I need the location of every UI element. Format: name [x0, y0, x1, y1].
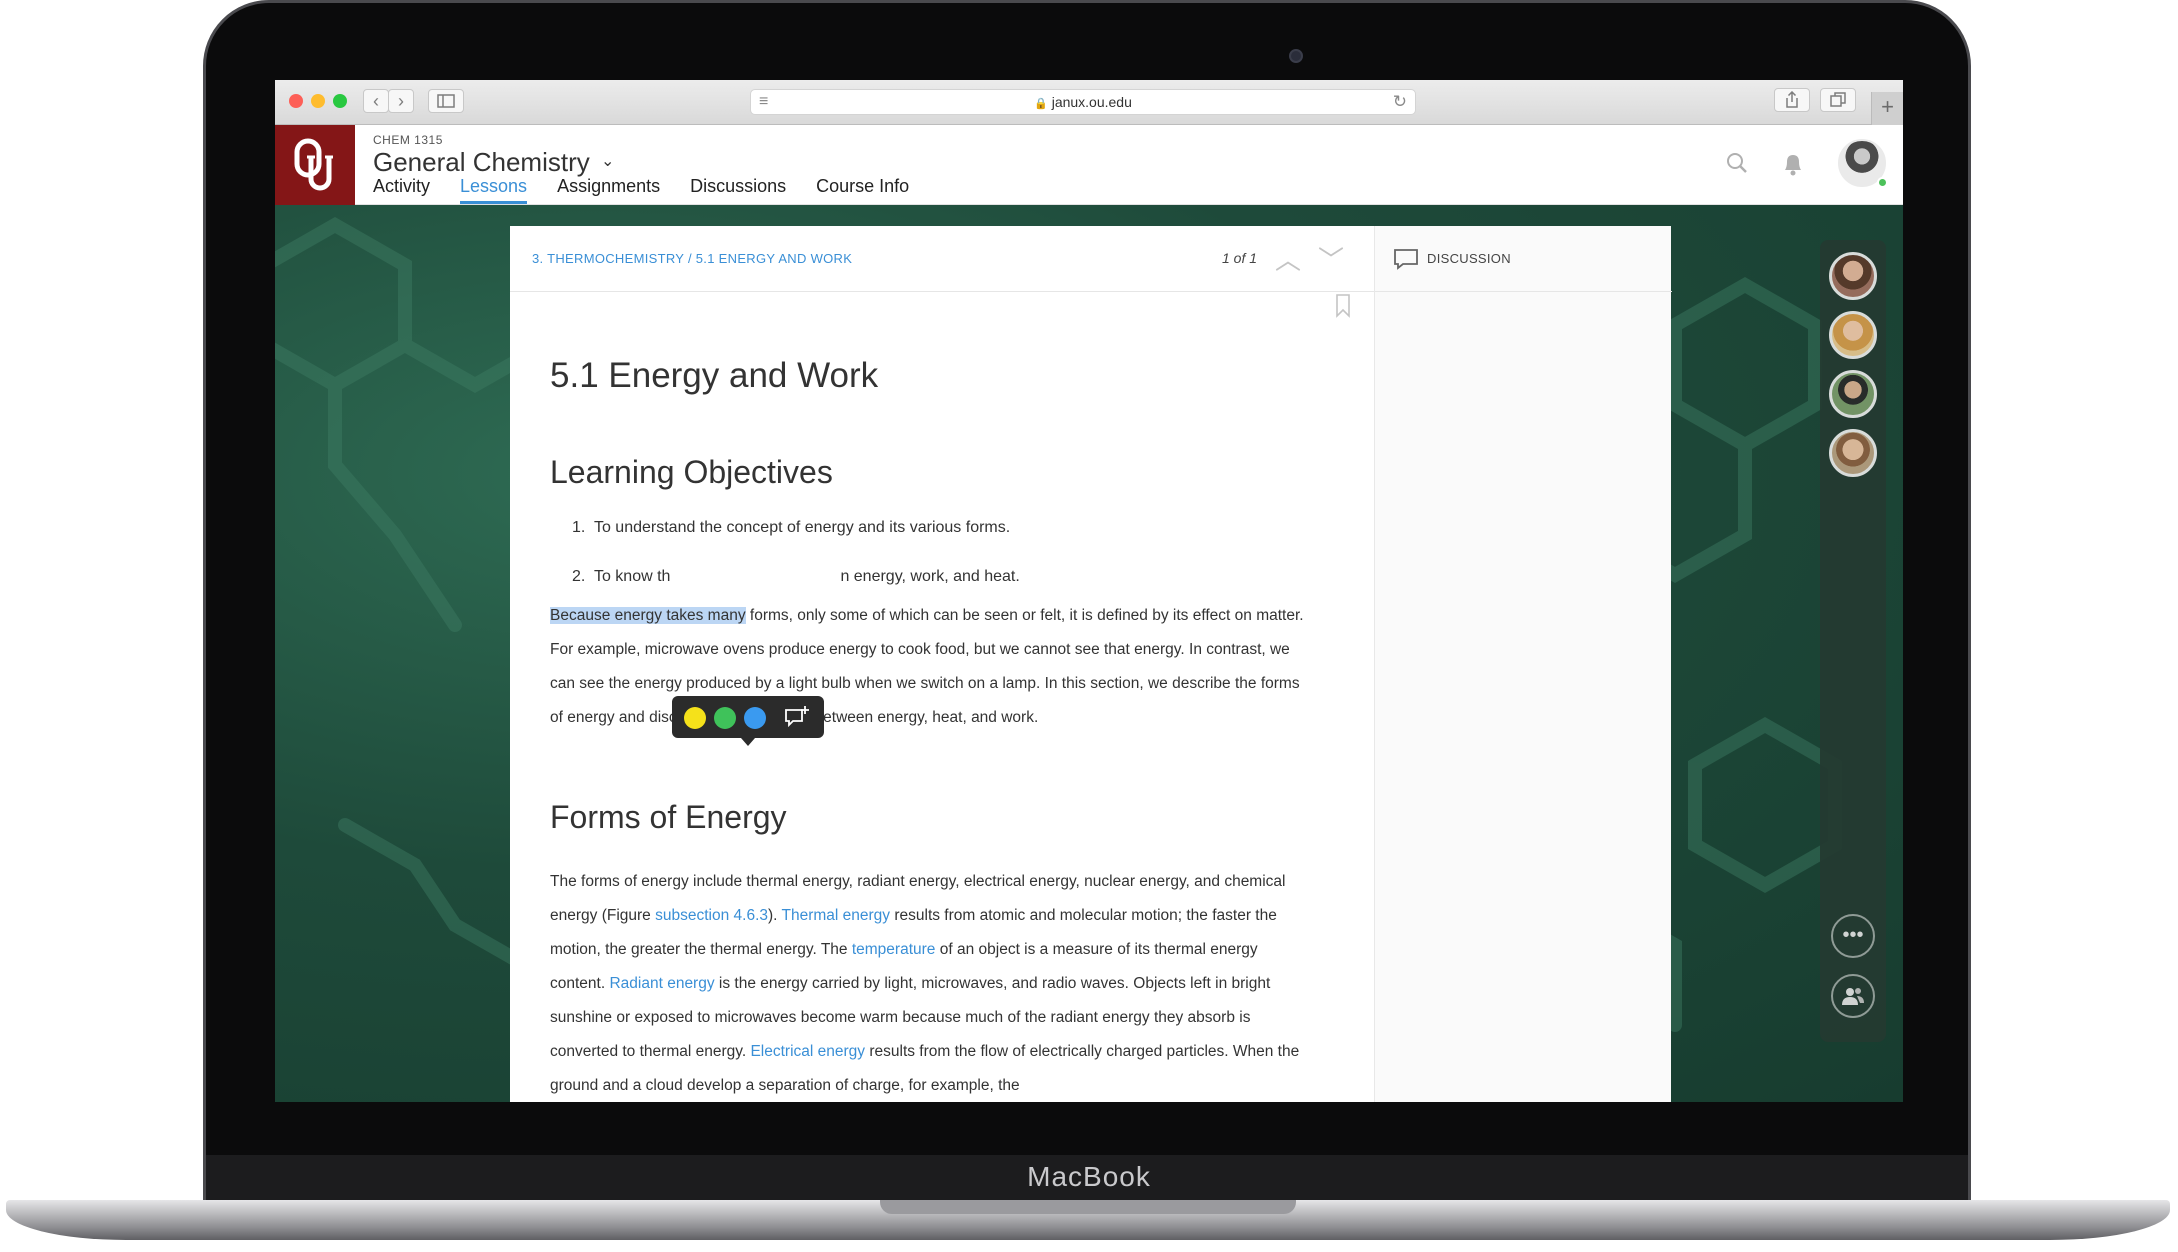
forward-button[interactable]: ›	[388, 89, 414, 113]
camera	[1289, 49, 1303, 63]
highlight-green-button[interactable]	[714, 707, 736, 729]
presence-rail: •••	[1820, 240, 1886, 1042]
course-nav: Activity Lessons Assignments Discussions…	[373, 176, 909, 204]
list-item: 1. To understand the concept of energy a…	[572, 519, 1010, 537]
tabs-icon	[1830, 92, 1846, 107]
link-subsection[interactable]: subsection 4.6.3	[655, 907, 768, 924]
avatar[interactable]	[1829, 429, 1877, 477]
course-title-dropdown[interactable]: General Chemistry	[373, 147, 590, 178]
university-logo[interactable]	[275, 125, 355, 205]
link-temperature[interactable]: temperature	[852, 941, 936, 958]
ou-logo-icon	[294, 138, 333, 191]
tab-discussions[interactable]: Discussions	[690, 176, 786, 204]
forms-heading: Forms of Energy	[550, 799, 787, 835]
link-radiant-energy[interactable]: Radiant energy	[609, 975, 714, 992]
minimize-window-button[interactable]	[311, 94, 325, 108]
more-icon[interactable]: •••	[1831, 914, 1875, 958]
breadcrumb[interactable]: 3. THERMOCHEMISTRY / 5.1 ENERGY AND WORK	[532, 251, 852, 266]
url-text: 🔒 janux.ou.edu	[751, 94, 1415, 110]
paragraph-text: ).	[768, 907, 782, 924]
tab-lessons[interactable]: Lessons	[460, 176, 528, 204]
lesson-card: 3. THERMOCHEMISTRY / 5.1 ENERGY AND WORK…	[510, 226, 1672, 1102]
address-bar[interactable]: ≡ 🔒 janux.ou.edu ↻	[750, 89, 1416, 115]
show-tabs-button[interactable]	[1820, 88, 1856, 112]
tab-course-info[interactable]: Course Info	[816, 176, 909, 204]
people-icon[interactable]	[1831, 974, 1875, 1018]
close-window-button[interactable]	[289, 94, 303, 108]
notifications-bell-icon[interactable]	[1781, 151, 1805, 184]
list-item: 2. To know th n energy, work, and heat.	[572, 568, 1020, 586]
avatar[interactable]	[1829, 370, 1877, 418]
sidebar-toggle-button[interactable]	[428, 89, 464, 113]
highlight-yellow-button[interactable]	[684, 707, 706, 729]
link-electrical-energy[interactable]: Electrical energy	[750, 1043, 865, 1060]
avatar[interactable]	[1829, 252, 1877, 300]
base-notch	[880, 1200, 1296, 1214]
chevron-down-icon[interactable]: ⌄	[601, 151, 614, 171]
course-code: CHEM 1315	[373, 133, 443, 147]
screen: ‹ › ≡ 🔒 janux.ou.edu ↻ + CHEM 1315 Gener…	[275, 80, 1903, 1102]
avatar[interactable]	[1829, 311, 1877, 359]
lesson-toolbar: 3. THERMOCHEMISTRY / 5.1 ENERGY AND WORK…	[510, 226, 1374, 292]
new-tab-button[interactable]: +	[1871, 92, 1903, 125]
forms-paragraph: The forms of energy include thermal ener…	[550, 865, 1310, 1102]
browser-toolbar: ‹ › ≡ 🔒 janux.ou.edu ↻ +	[275, 80, 1903, 125]
sidebar-icon	[437, 94, 455, 108]
list-text-start: To know th	[593, 568, 671, 585]
tab-assignments[interactable]: Assignments	[557, 176, 660, 204]
tab-activity[interactable]: Activity	[373, 176, 430, 204]
share-icon	[1786, 90, 1798, 108]
list-text: To understand the concept of energy and …	[593, 519, 1011, 536]
previous-page-icon[interactable]: ︿	[1275, 240, 1301, 277]
paragraph-text: forms, only some of which can be seen or…	[550, 607, 1304, 726]
link-thermal-energy[interactable]: Thermal energy	[782, 907, 891, 924]
online-status-indicator	[1877, 177, 1888, 188]
next-page-icon[interactable]: ﹀	[1318, 240, 1344, 277]
list-number: 2.	[572, 568, 586, 585]
objectives-heading: Learning Objectives	[550, 454, 833, 490]
share-button[interactable]	[1774, 88, 1810, 112]
search-icon[interactable]	[1725, 151, 1749, 182]
add-note-icon[interactable]	[784, 705, 810, 734]
discussion-pane: DISCUSSION	[1374, 226, 1672, 1102]
url-label: janux.ou.edu	[1051, 94, 1132, 110]
app-header: CHEM 1315 General Chemistry ⌄ Activity L…	[275, 125, 1903, 205]
zoom-window-button[interactable]	[333, 94, 347, 108]
page-counter: 1 of 1	[1222, 250, 1258, 266]
highlighted-text[interactable]: Because energy takes many	[550, 607, 746, 624]
list-text-end: n energy, work, and heat.	[840, 568, 1020, 585]
discussion-header[interactable]: DISCUSSION	[1375, 226, 1672, 292]
intro-paragraph[interactable]: Because energy takes many forms, only so…	[550, 599, 1310, 735]
lock-icon: 🔒	[1034, 98, 1048, 110]
list-number: 1.	[572, 519, 586, 536]
bookmark-icon[interactable]	[1335, 294, 1351, 323]
device-brand-label: MacBook	[1027, 1161, 1151, 1192]
back-button[interactable]: ‹	[363, 89, 389, 113]
comment-icon	[1393, 248, 1419, 275]
highlight-blue-button[interactable]	[744, 707, 766, 729]
reload-icon[interactable]: ↻	[1393, 92, 1407, 112]
discussion-label: DISCUSSION	[1427, 251, 1511, 266]
highlight-toolbar	[672, 696, 824, 746]
page-title: 5.1 Energy and Work	[550, 356, 879, 395]
